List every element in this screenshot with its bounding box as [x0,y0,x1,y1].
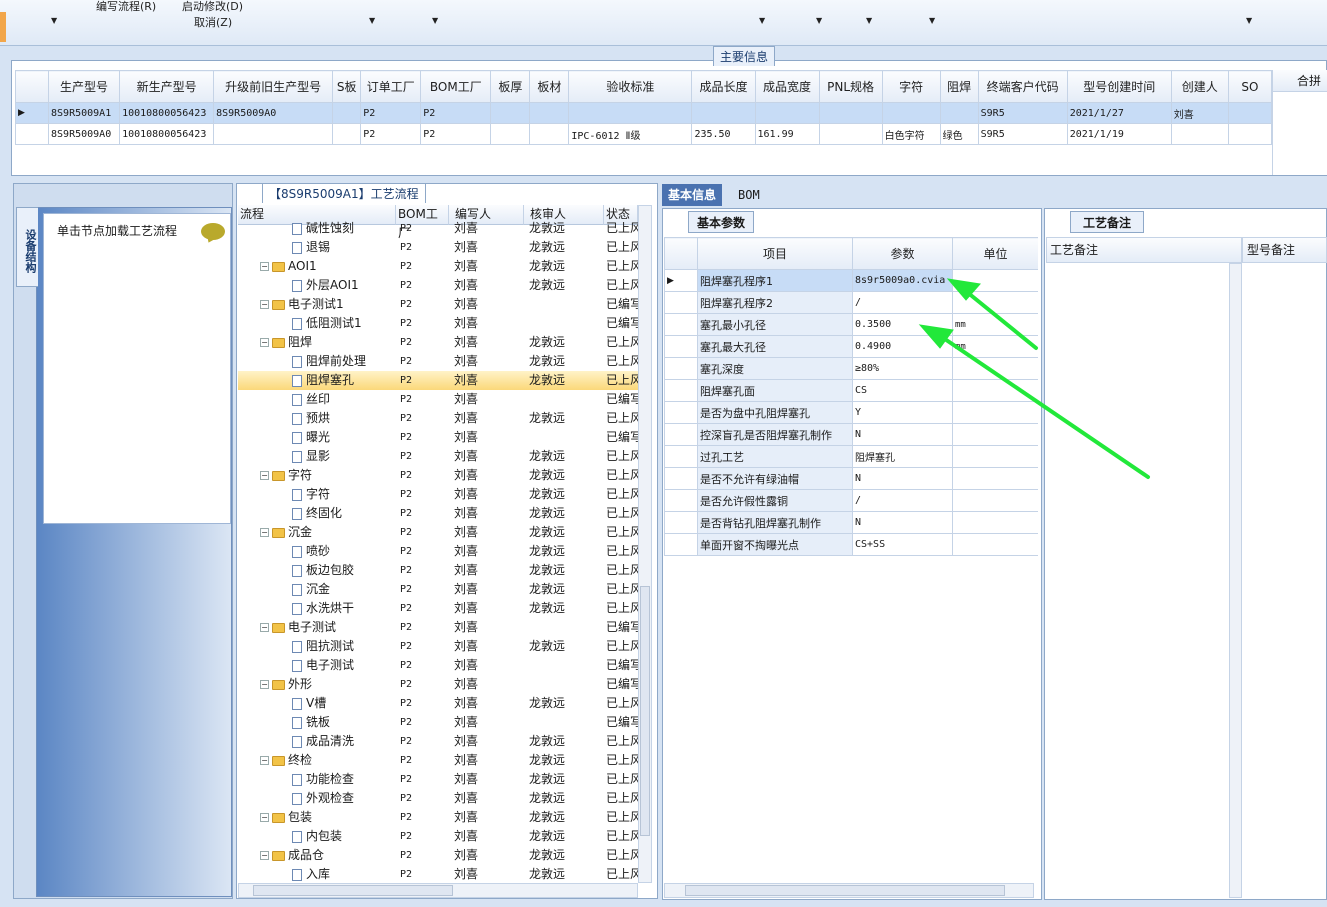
annotation-arrows [918,278,1150,479]
arrow-line [960,286,1038,350]
arrow-line [934,331,1150,479]
arrow-head [918,324,954,349]
